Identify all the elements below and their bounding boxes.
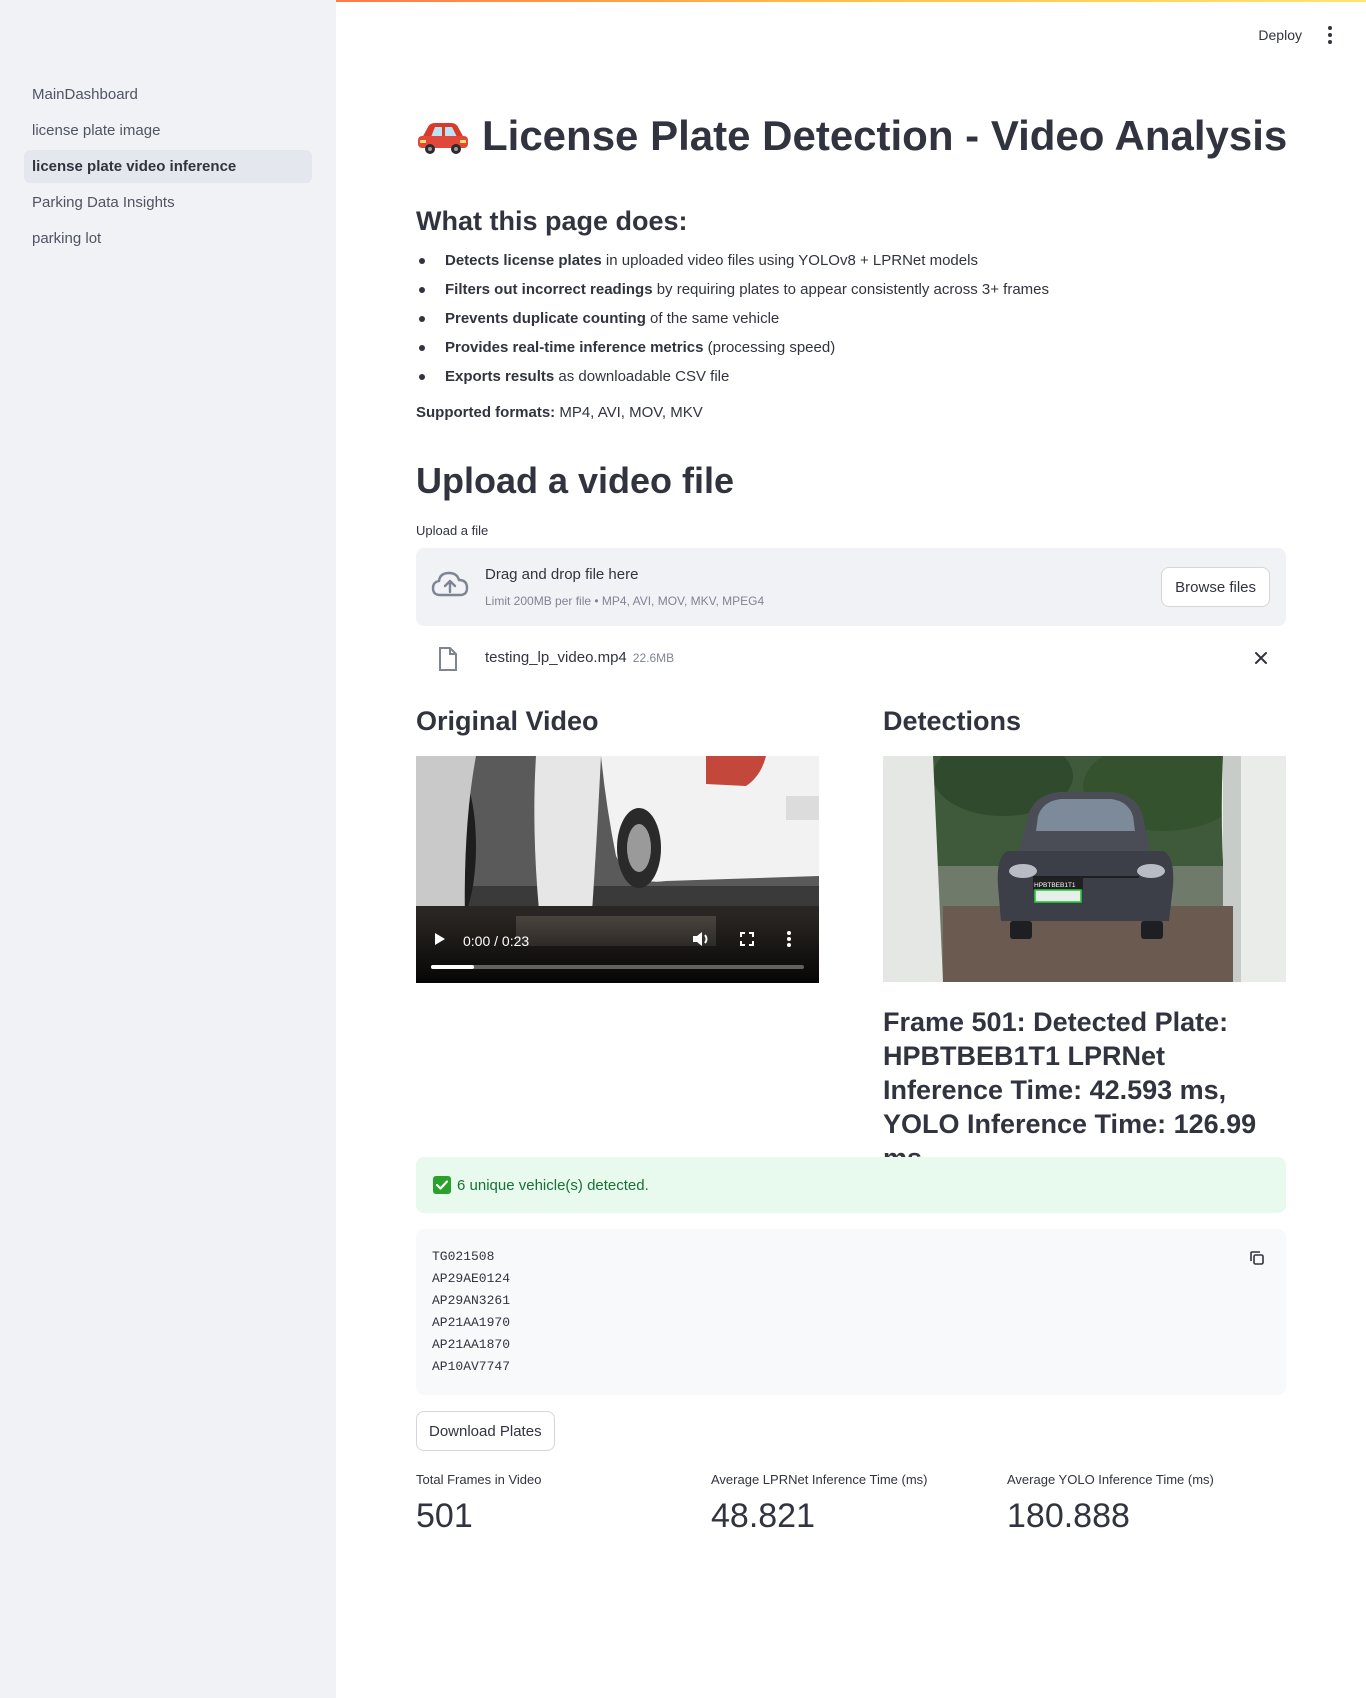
checkmark-icon bbox=[433, 1176, 451, 1194]
metric-total-frames: Total Frames in Video 501 bbox=[416, 1472, 686, 1536]
metric-value: 501 bbox=[416, 1497, 473, 1535]
plate-line: AP21AA1870 bbox=[432, 1337, 511, 1352]
download-plates-button[interactable]: Download Plates bbox=[416, 1411, 555, 1451]
car-icon bbox=[418, 123, 468, 154]
plate-line: AP29AE0124 bbox=[432, 1271, 511, 1286]
browse-files-button[interactable]: Browse files bbox=[1161, 567, 1270, 607]
file-size: 22.6MB bbox=[632, 651, 675, 665]
metric-label: Average YOLO Inference Time (ms) bbox=[1007, 1472, 1214, 1487]
fullscreen-icon[interactable] bbox=[739, 931, 755, 947]
detection-frame-text: Frame 501: Detected Plate: HPBTBEB1T1 LP… bbox=[883, 1007, 1257, 1173]
success-text: 6 unique vehicle(s) detected. bbox=[457, 1176, 649, 1194]
plate-line: TG021508 bbox=[432, 1249, 495, 1264]
sidebar-item-parking-lot[interactable]: parking lot bbox=[24, 222, 312, 255]
upload-label: Upload a file bbox=[416, 523, 489, 538]
plate-line: AP10AV7747 bbox=[432, 1359, 511, 1374]
metric-avg-lprnet: Average LPRNet Inference Time (ms) 48.82… bbox=[711, 1472, 981, 1536]
file-icon bbox=[439, 647, 457, 671]
uploaded-file-row: testing_lp_video.mp4 22.6MB bbox=[416, 640, 1286, 676]
kebab-menu-icon[interactable] bbox=[1324, 24, 1336, 46]
sidebar-item-license-plate-video-inference[interactable]: license plate video inference bbox=[24, 150, 312, 183]
list-item: Detects license plates in uploaded video… bbox=[416, 246, 1286, 275]
sidebar-item-license-plate-image[interactable]: license plate image bbox=[24, 114, 312, 147]
metric-avg-yolo: Average YOLO Inference Time (ms) 180.888 bbox=[1007, 1472, 1277, 1536]
metric-value: 48.821 bbox=[711, 1497, 815, 1535]
page-title-text: License Plate Detection - Video Analysis bbox=[482, 112, 1288, 159]
sidebar-item-parking-data-insights[interactable]: Parking Data Insights bbox=[24, 186, 312, 219]
video-progress-bar[interactable] bbox=[431, 965, 804, 969]
dropzone-limit: Limit 200MB per file • MP4, AVI, MOV, MK… bbox=[485, 594, 765, 608]
supported-formats: Supported formats: MP4, AVI, MOV, MKV bbox=[416, 404, 703, 421]
deploy-button[interactable]: Deploy bbox=[1258, 27, 1302, 43]
upload-heading: Upload a video file bbox=[416, 460, 735, 501]
video-progress-played bbox=[431, 965, 474, 969]
original-video-heading: Original Video bbox=[416, 706, 599, 736]
detection-frame-image: HPBTBEB1T1 bbox=[883, 756, 1286, 982]
original-video-player[interactable]: 0:00 / 0:23 bbox=[416, 756, 819, 983]
file-name: testing_lp_video.mp4 22.6MB bbox=[485, 649, 675, 666]
plate-line: AP29AN3261 bbox=[432, 1293, 511, 1308]
success-alert: 6 unique vehicle(s) detected. bbox=[416, 1157, 1286, 1213]
close-icon[interactable] bbox=[1252, 649, 1270, 667]
sidebar: MainDashboard license plate image licens… bbox=[0, 0, 336, 1698]
header-actions: Deploy bbox=[1258, 24, 1336, 46]
list-item: Filters out incorrect readings by requir… bbox=[416, 275, 1286, 304]
file-dropzone[interactable]: Drag and drop file here Limit 200MB per … bbox=[416, 548, 1286, 626]
detections-heading: Detections bbox=[883, 706, 1022, 736]
page-title: License Plate Detection - Video Analysis bbox=[416, 112, 1287, 160]
volume-icon[interactable] bbox=[691, 930, 711, 948]
metric-label: Average LPRNet Inference Time (ms) bbox=[711, 1472, 928, 1487]
video-time: 0:00 / 0:23 bbox=[463, 933, 530, 949]
cloud-upload-icon bbox=[431, 571, 469, 597]
sidebar-nav: MainDashboard license plate image licens… bbox=[24, 78, 312, 258]
list-item: Prevents duplicate counting of the same … bbox=[416, 304, 1286, 333]
metric-value: 180.888 bbox=[1007, 1497, 1130, 1535]
metric-label: Total Frames in Video bbox=[416, 1472, 542, 1487]
plate-line: AP21AA1970 bbox=[432, 1315, 511, 1330]
dropzone-title: Drag and drop file here bbox=[485, 566, 639, 583]
feature-list: Detects license plates in uploaded video… bbox=[416, 246, 1286, 391]
video-more-options-icon[interactable] bbox=[786, 931, 792, 947]
copy-icon[interactable] bbox=[1248, 1249, 1266, 1267]
list-item: Provides real-time inference metrics (pr… bbox=[416, 333, 1286, 362]
list-item: Exports results as downloadable CSV file bbox=[416, 362, 1286, 391]
sidebar-item-maindashboard[interactable]: MainDashboard bbox=[24, 78, 312, 111]
plates-code-block: TG021508 AP29AE0124 AP29AN3261 AP21AA197… bbox=[416, 1229, 1286, 1395]
plate-overlay-label: HPBTBEB1T1 bbox=[1034, 882, 1076, 889]
what-heading: What this page does: bbox=[416, 206, 688, 236]
video-controls: 0:00 / 0:23 bbox=[416, 913, 819, 983]
play-icon[interactable] bbox=[433, 931, 447, 947]
